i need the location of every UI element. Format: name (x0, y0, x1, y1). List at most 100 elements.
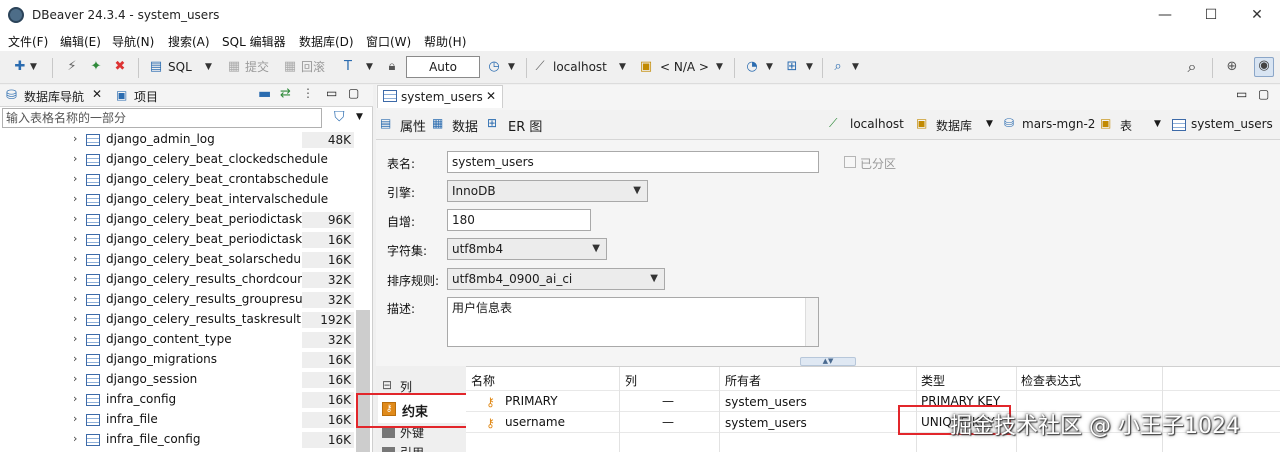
link-editor-icon[interactable]: ⇄ (280, 86, 291, 101)
chevron-down-icon[interactable]: ▼ (1154, 119, 1161, 129)
constraint-owner[interactable]: system_users (725, 395, 807, 409)
close-icon[interactable]: ✕ (92, 87, 102, 101)
rollback-button[interactable]: 回滚 (301, 57, 325, 77)
tree-item-table[interactable]: › infra_config 16K (0, 390, 360, 410)
transaction-mode-icon[interactable]: T (340, 59, 356, 75)
disconnect-icon[interactable]: ✖ (112, 59, 128, 75)
maximize-panel-icon[interactable]: ▢ (348, 86, 359, 100)
chevron-right-icon[interactable]: › (73, 252, 77, 265)
constraint-column[interactable]: — (662, 415, 674, 429)
chevron-right-icon[interactable]: › (73, 292, 77, 305)
auto-increment-input[interactable]: 180 (447, 209, 591, 231)
chevron-right-icon[interactable]: › (73, 392, 77, 405)
tree-item-table[interactable]: › django_celery_beat_periodictasks 16K (0, 230, 360, 250)
collation-select[interactable]: utf8mb4_0900_ai_ci ▼ (447, 268, 665, 290)
chevron-down-icon[interactable]: ▼ (508, 59, 515, 75)
chevron-right-icon[interactable]: › (73, 232, 77, 245)
tree-item-table[interactable]: › infra_file_config 16K (0, 430, 360, 450)
column-header-name[interactable]: 名称 (471, 372, 495, 389)
chevron-down-icon[interactable]: ▼ (619, 59, 626, 75)
commit-button[interactable]: 提交 (245, 57, 269, 77)
tree-item-table[interactable]: › django_celery_results_taskresult 192K (0, 310, 360, 330)
chevron-down-icon[interactable]: ▼ (356, 112, 363, 122)
tab-projects[interactable]: 项目 (134, 88, 158, 105)
tree-item-table[interactable]: › django_content_type 32K (0, 330, 360, 350)
dashboard-gauge-icon[interactable]: ◔ (744, 59, 760, 75)
tree-scrollbar[interactable] (356, 310, 370, 452)
minimize-panel-icon[interactable]: ▭ (1236, 87, 1247, 101)
transaction-mode-field[interactable]: Auto (406, 56, 480, 78)
editor-tab-system-users[interactable]: system_users ✕ (377, 85, 503, 108)
chevron-right-icon[interactable]: › (73, 272, 77, 285)
description-textarea[interactable]: 用户信息表 (447, 297, 819, 347)
tree-item-table[interactable]: › django_migrations 16K (0, 350, 360, 370)
tree-item-table[interactable]: › django_celery_results_groupresult 32K (0, 290, 360, 310)
maximize-panel-icon[interactable]: ▢ (1258, 87, 1269, 101)
breadcrumb-table[interactable]: system_users (1191, 117, 1273, 131)
tree-item-table[interactable]: › django_celery_beat_periodictask 96K (0, 210, 360, 230)
chevron-right-icon[interactable]: › (73, 172, 77, 185)
table-filter-input[interactable]: 输入表格名称的一部分 (2, 108, 322, 128)
tree-item-table[interactable]: › infra_file 16K (0, 410, 360, 430)
search-icon[interactable]: ⌕ (830, 59, 846, 75)
filter-funnel-icon[interactable]: ⛉ (334, 109, 345, 125)
constraint-column[interactable]: — (662, 394, 674, 408)
column-header-type[interactable]: 类型 (921, 372, 945, 389)
minimize-panel-icon[interactable]: ▭ (326, 86, 337, 100)
tab-properties[interactable]: 属性 (400, 116, 426, 135)
tree-item-table[interactable]: › django_admin_log 48K (0, 130, 360, 150)
chevron-right-icon[interactable]: › (73, 432, 77, 445)
new-connection-icon[interactable]: ✚ (12, 59, 28, 75)
constraint-name[interactable]: PRIMARY (505, 394, 558, 408)
menu-window[interactable]: 窗口(W) (366, 33, 411, 50)
active-connection-selector[interactable]: localhost (553, 57, 607, 77)
tree-item-table[interactable]: › django_celery_beat_intervalschedule (0, 190, 360, 210)
collapse-all-icon[interactable]: ▬ (258, 86, 271, 102)
column-header-owner[interactable]: 所有者 (725, 372, 761, 389)
chevron-down-icon[interactable]: ▼ (766, 59, 773, 75)
table-name-input[interactable]: system_users (447, 151, 819, 173)
minimize-button[interactable]: — (1142, 0, 1188, 31)
maximize-button[interactable]: ☐ (1188, 0, 1234, 31)
chevron-right-icon[interactable]: › (73, 332, 77, 345)
active-schema-selector[interactable]: < N/A > (660, 57, 709, 77)
chevron-right-icon[interactable]: › (73, 352, 77, 365)
column-header-column[interactable]: 列 (625, 372, 637, 389)
menu-navigate[interactable]: 导航(N) (112, 33, 154, 50)
tree-item-table[interactable]: › django_celery_results_chordcounter 32K (0, 270, 360, 290)
reconnect-icon[interactable]: ✦ (88, 59, 104, 75)
tree-item-table[interactable]: › django_celery_beat_crontabschedule (0, 170, 360, 190)
breadcrumb-schema[interactable]: mars-mgn-2 (1022, 117, 1095, 131)
partitioned-checkbox[interactable] (844, 156, 856, 168)
chevron-right-icon[interactable]: › (73, 312, 77, 325)
menu-search[interactable]: 搜索(A) (168, 33, 210, 50)
chevron-down-icon[interactable]: ▼ (986, 119, 993, 129)
engine-select[interactable]: InnoDB ▼ (447, 180, 648, 202)
menu-edit[interactable]: 编辑(E) (60, 33, 101, 50)
charset-select[interactable]: utf8mb4 ▼ (447, 238, 607, 260)
menu-file[interactable]: 文件(F) (8, 33, 48, 50)
view-menu-icon[interactable]: ⋮ (302, 86, 314, 100)
chevron-down-icon[interactable]: ▼ (205, 59, 212, 75)
chevron-down-icon[interactable]: ▼ (366, 59, 373, 75)
chevron-down-icon[interactable]: ▼ (30, 59, 37, 75)
tools-icon[interactable]: ⊞ (784, 59, 800, 75)
tree-item-table[interactable]: › django_session 16K (0, 370, 360, 390)
tab-data[interactable]: 数据 (452, 116, 478, 135)
menu-database[interactable]: 数据库(D) (299, 33, 354, 50)
constraint-owner[interactable]: system_users (725, 416, 807, 430)
section-references[interactable]: 引用 (400, 444, 424, 452)
lock-icon[interactable]: 🔒︎ (384, 59, 400, 75)
breadcrumb-tables[interactable]: 表 (1120, 117, 1132, 134)
chevron-down-icon[interactable]: ▼ (716, 59, 723, 75)
tree-item-table[interactable]: › django_celery_beat_clockedschedule (0, 150, 360, 170)
chevron-down-icon[interactable]: ▼ (852, 59, 859, 75)
panel-splitter-handle[interactable]: ▲▼ (800, 357, 856, 366)
dbeaver-perspective-icon[interactable]: ◉ (1254, 57, 1274, 77)
chevron-right-icon[interactable]: › (73, 212, 77, 225)
tab-er-diagram[interactable]: ER 图 (508, 116, 542, 135)
breadcrumb-connection[interactable]: localhost (850, 117, 904, 131)
breadcrumb-database[interactable]: 数据库 (936, 117, 972, 134)
menu-help[interactable]: 帮助(H) (424, 33, 466, 50)
chevron-right-icon[interactable]: › (73, 412, 77, 425)
